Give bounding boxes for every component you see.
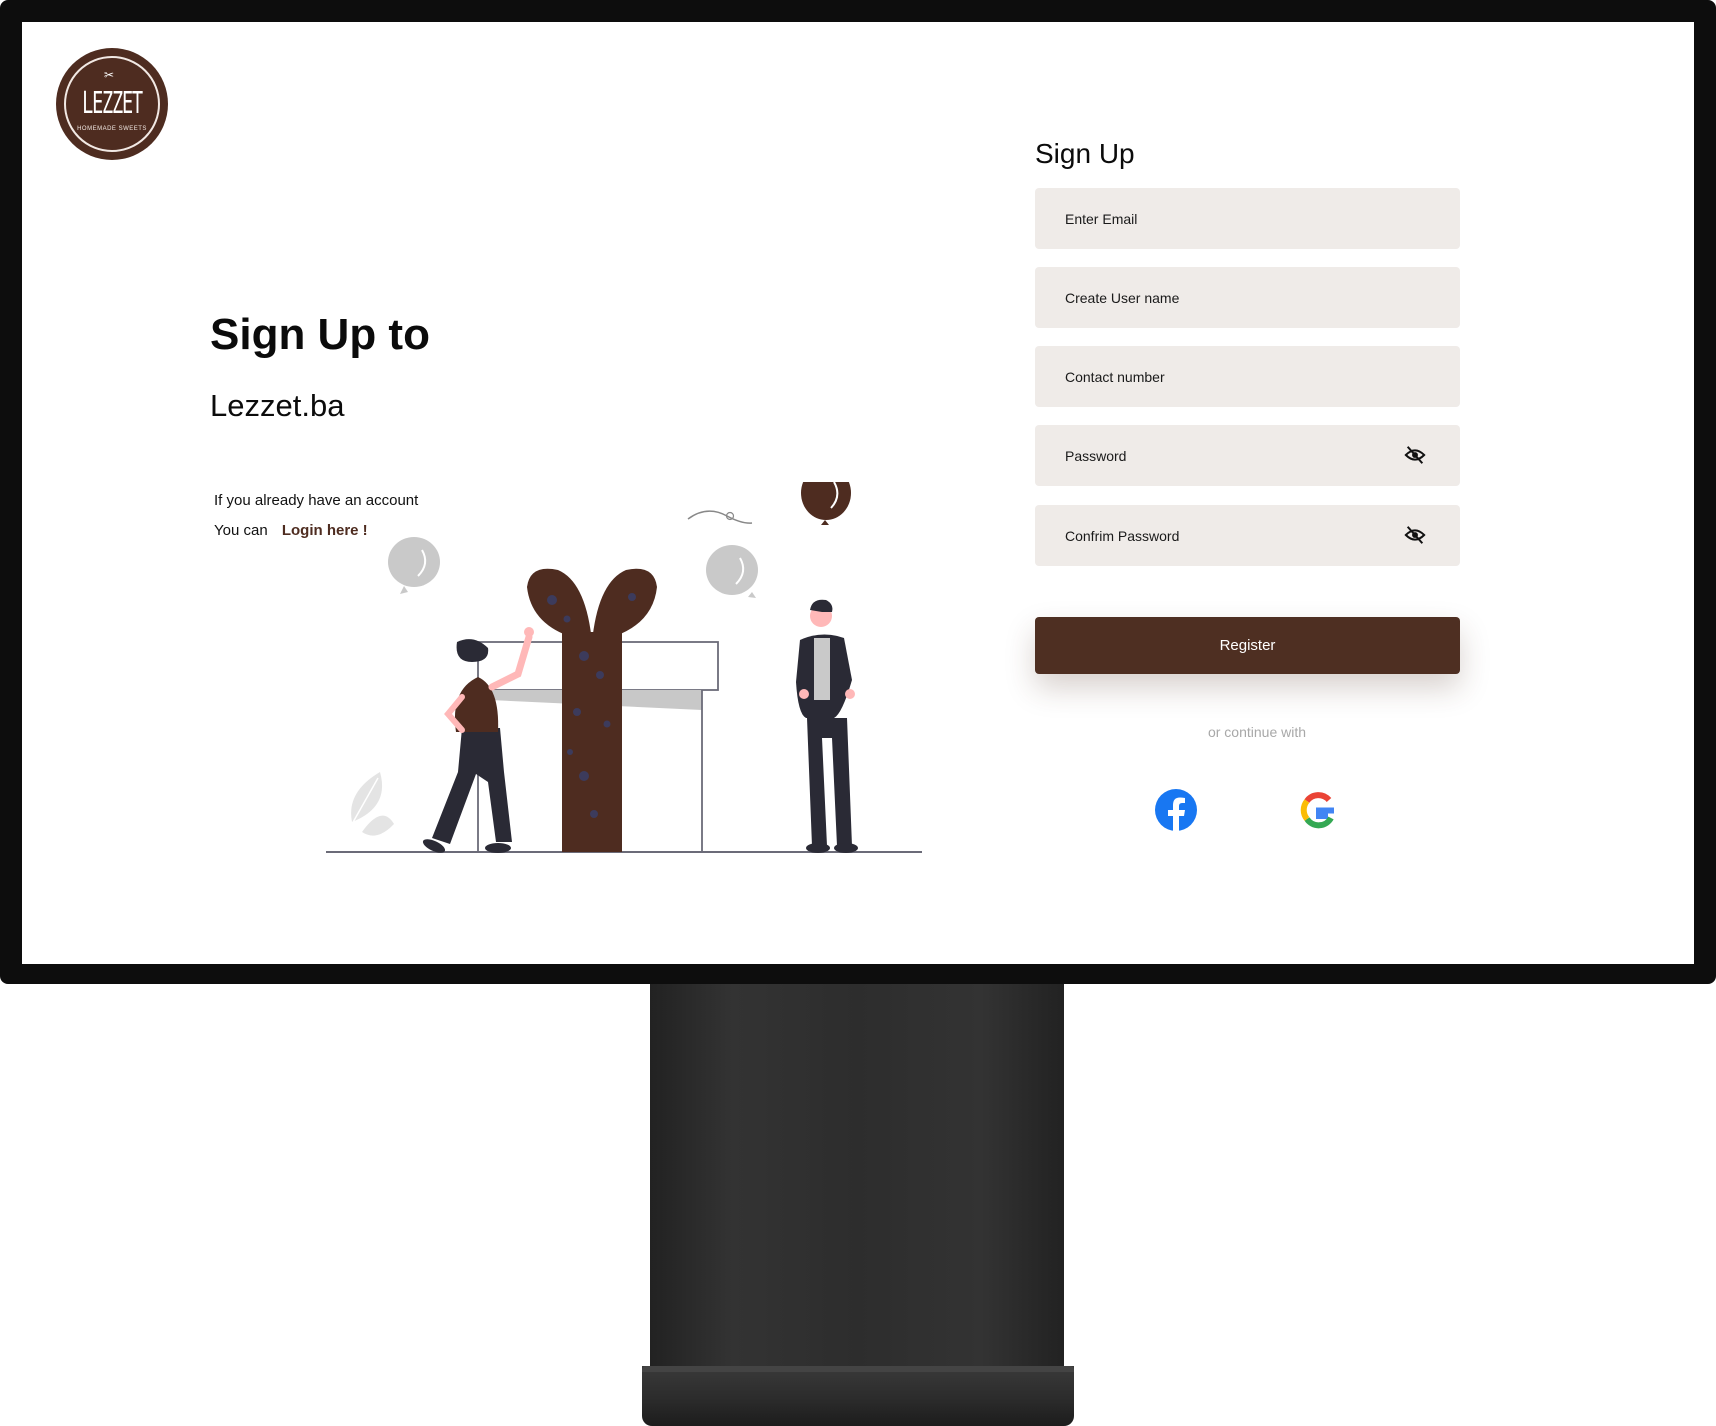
contact-input[interactable] bbox=[1035, 346, 1460, 407]
continue-with-text: or continue with bbox=[1207, 724, 1307, 740]
confirm-password-input[interactable] bbox=[1035, 505, 1460, 566]
logo-tagline: HOMEMADE SWEETS bbox=[77, 126, 147, 132]
username-field bbox=[1035, 267, 1460, 328]
login-prefix: You can bbox=[214, 522, 268, 539]
form-title: Sign Up bbox=[1035, 138, 1135, 169]
logo-wordmark: LEZZET bbox=[82, 86, 143, 121]
monitor-stand-neck bbox=[650, 984, 1064, 1370]
google-icon[interactable] bbox=[1297, 788, 1341, 832]
password-field bbox=[1035, 425, 1460, 486]
register-button[interactable]: Register bbox=[1035, 617, 1460, 674]
gift-illustration bbox=[326, 482, 922, 853]
email-field bbox=[1035, 188, 1460, 249]
password-input[interactable] bbox=[1035, 425, 1460, 486]
bow-icon: ✂ bbox=[104, 68, 115, 82]
email-input[interactable] bbox=[1035, 188, 1460, 249]
page-headline: Sign Up to bbox=[210, 310, 430, 359]
eye-off-icon[interactable] bbox=[1404, 445, 1426, 465]
eye-off-icon[interactable] bbox=[1404, 525, 1426, 545]
brand-name: Lezzet.ba bbox=[210, 388, 345, 423]
monitor-bezel: ✂ LEZZET HOMEMADE SWEETS Sign Up to Lezz… bbox=[0, 0, 1716, 984]
confirm-password-field bbox=[1035, 505, 1460, 566]
username-input[interactable] bbox=[1035, 267, 1460, 328]
contact-field bbox=[1035, 346, 1460, 407]
brand-logo[interactable]: ✂ LEZZET HOMEMADE SWEETS bbox=[56, 48, 168, 160]
facebook-icon[interactable] bbox=[1154, 788, 1198, 832]
monitor-stand-base bbox=[642, 1366, 1074, 1426]
screen: ✂ LEZZET HOMEMADE SWEETS Sign Up to Lezz… bbox=[22, 22, 1694, 964]
